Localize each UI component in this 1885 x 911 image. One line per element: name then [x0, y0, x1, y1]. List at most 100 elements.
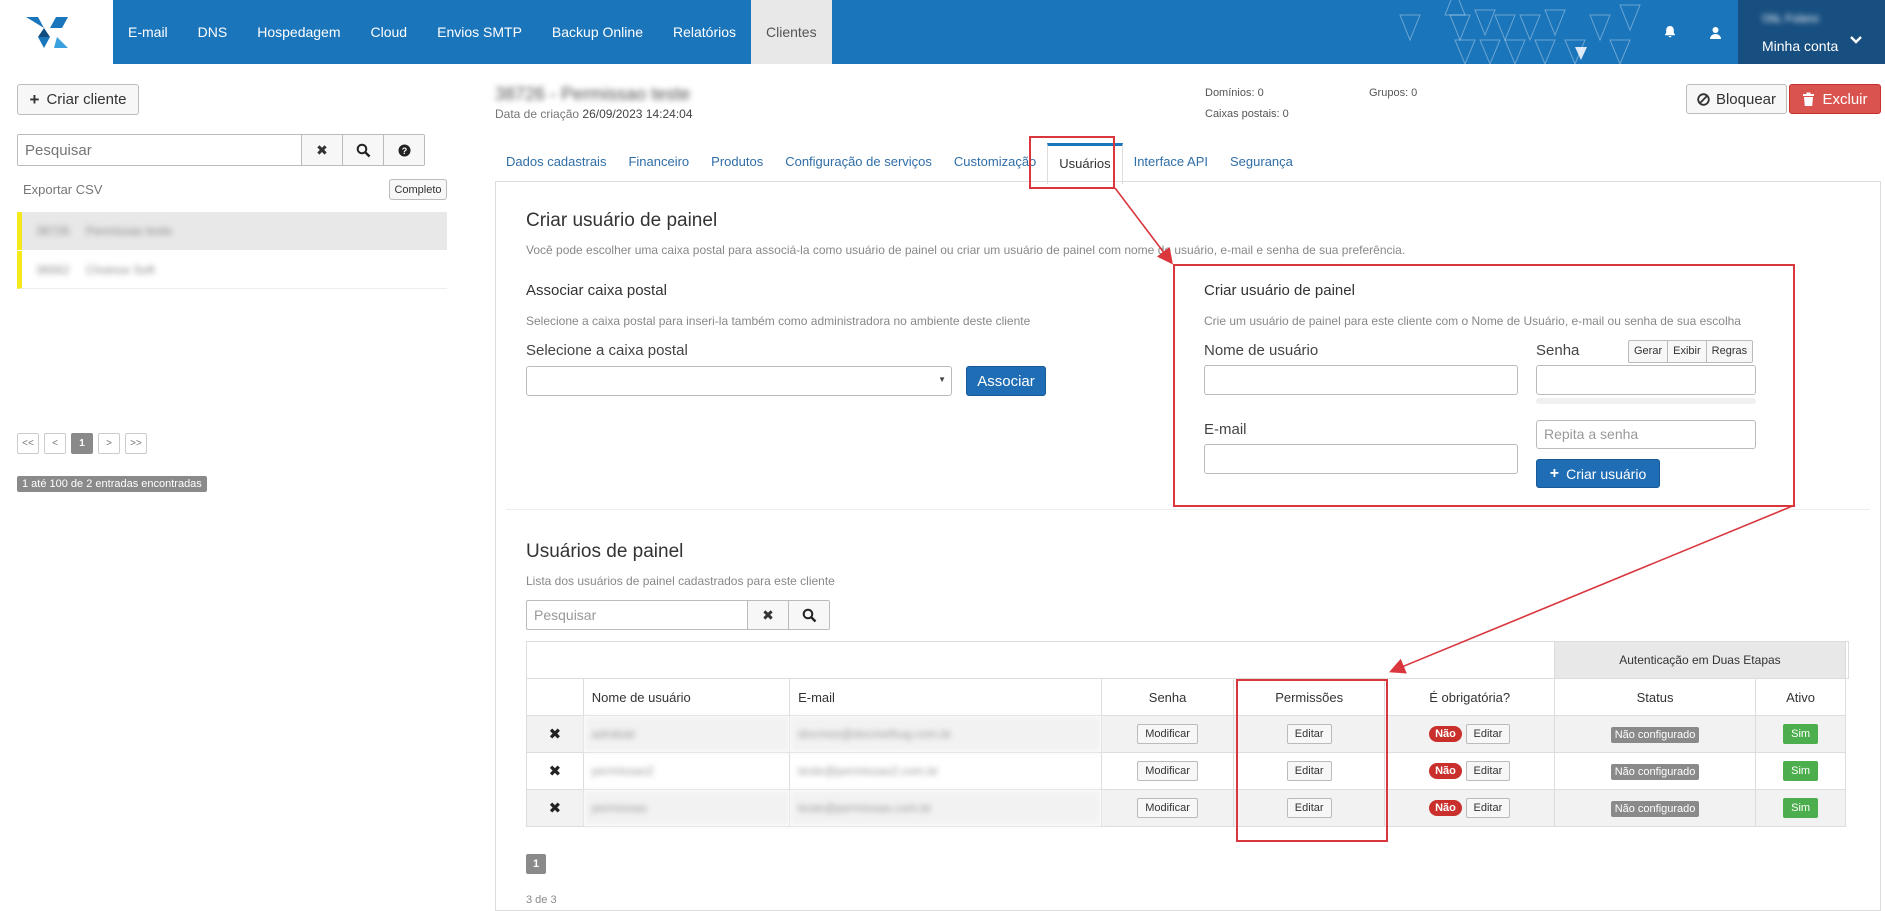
create-client-label: Criar cliente	[46, 91, 127, 108]
two-factor-group-header: Autenticação em Duas Etapas	[1553, 641, 1847, 679]
section-divider	[506, 509, 1870, 510]
client-list-item[interactable]: 38726 Permissao teste	[17, 212, 447, 250]
search-button[interactable]	[342, 135, 383, 165]
create-panel-user-description: Você pode escolher uma caixa postal para…	[526, 243, 1406, 257]
nav-email[interactable]: E-mail	[113, 0, 183, 64]
row-username: adrabair	[582, 715, 791, 753]
creation-date-value: 26/09/2023 14:24:04	[582, 107, 693, 121]
nav-envios-smtp[interactable]: Envios SMTP	[422, 0, 537, 64]
plus-icon: +	[29, 89, 40, 109]
col-ativo: Ativo	[1755, 678, 1846, 716]
search-icon	[356, 143, 370, 157]
annotation-box-permissions	[1236, 679, 1388, 842]
nav-relatorios[interactable]: Relatórios	[658, 0, 751, 64]
logo[interactable]	[0, 0, 113, 64]
group-header-empty	[526, 641, 1555, 679]
tab-financeiro[interactable]: Financeiro	[617, 143, 700, 181]
help-button[interactable]: ?	[383, 135, 424, 165]
account-name: Olá, Fulano	[1762, 13, 1819, 25]
row-username: permissao	[582, 789, 791, 827]
page-last[interactable]: >>	[125, 433, 147, 454]
completo-button[interactable]: Completo	[389, 179, 447, 200]
page-prev[interactable]: <	[44, 433, 66, 454]
tab-produtos[interactable]: Produtos	[700, 143, 774, 181]
nav-cloud[interactable]: Cloud	[356, 0, 423, 64]
page-current[interactable]: 1	[71, 433, 93, 454]
create-panel-user-title: Criar usuário de painel	[526, 210, 718, 231]
clear-users-search-button[interactable]: ✖	[747, 601, 788, 629]
delete-label: Excluir	[1822, 90, 1868, 108]
tab-interface-api[interactable]: Interface API	[1123, 143, 1219, 181]
modify-password-button[interactable]: Modificar	[1137, 761, 1198, 781]
client-name: Choinox Soft	[86, 263, 155, 277]
client-list-item[interactable]: 36562 Choinox Soft	[17, 251, 447, 289]
users-search-input[interactable]: Pesquisar	[527, 601, 747, 629]
create-client-button[interactable]: + Criar cliente	[17, 84, 139, 115]
mailbox-select[interactable]: ▼	[526, 366, 952, 396]
close-icon: ✖	[762, 606, 774, 623]
client-search-input[interactable]	[18, 135, 301, 165]
bell-icon[interactable]	[1648, 0, 1692, 64]
tab-seguranca[interactable]: Segurança	[1219, 143, 1304, 181]
clear-search-button[interactable]: ✖	[301, 135, 342, 165]
active-toggle[interactable]: Sim	[1783, 761, 1819, 781]
account-menu[interactable]: Olá, Fulano Minha conta	[1738, 0, 1885, 64]
delete-user-icon[interactable]: ✖	[526, 752, 584, 790]
top-navbar: E-mail DNS Hospedagem Cloud Envios SMTP …	[0, 0, 1885, 64]
client-id: 38726	[36, 224, 70, 238]
page-first[interactable]: <<	[17, 433, 39, 454]
domains-count: Domínios: 0	[1205, 87, 1264, 99]
export-csv-link[interactable]: Exportar CSV	[23, 182, 102, 197]
users-search: Pesquisar ✖	[526, 600, 830, 630]
delete-user-icon[interactable]: ✖	[526, 715, 584, 753]
account-label: Minha conta	[1762, 38, 1839, 54]
row-email: teste@permissao2.com.br	[789, 752, 1103, 790]
client-pagination: << < 1 > >>	[17, 433, 147, 454]
mandatory-badge: Não	[1429, 726, 1462, 742]
col-status: Status	[1553, 678, 1757, 716]
mandatory-badge: Não	[1429, 763, 1462, 779]
active-toggle[interactable]: Sim	[1783, 798, 1819, 818]
entries-count: 1 até 100 de 2 entradas encontradas	[17, 476, 207, 492]
creation-date: Data de criação 26/09/2023 14:24:04	[495, 107, 693, 121]
trash-icon	[1803, 92, 1815, 106]
users-search-button[interactable]	[788, 601, 829, 629]
modify-password-button[interactable]: Modificar	[1137, 798, 1198, 818]
users-count-footer: 3 de 3	[526, 894, 557, 906]
user-icon[interactable]	[1693, 0, 1737, 64]
tab-dados-cadastrais[interactable]: Dados cadastrais	[495, 143, 617, 181]
nav-clientes[interactable]: Clientes	[751, 0, 832, 64]
table-row: ✖ permissao2 teste@permissao2.com.br Mod…	[526, 752, 1849, 790]
mailboxes-count: Caixas postais: 0	[1205, 108, 1289, 120]
caret-down-icon: ▼	[938, 375, 946, 384]
active-toggle[interactable]: Sim	[1783, 724, 1819, 744]
modify-password-button[interactable]: Modificar	[1137, 724, 1198, 744]
delete-user-icon[interactable]: ✖	[526, 789, 584, 827]
annotation-box-create-user	[1173, 264, 1795, 507]
page-next[interactable]: >	[98, 433, 120, 454]
two-factor-status-badge: Não configurado	[1610, 726, 1700, 743]
tab-configuracao-servicos[interactable]: Configuração de serviços	[774, 143, 943, 181]
nav-hospedagem[interactable]: Hospedagem	[242, 0, 355, 64]
col-username: Nome de usuário	[582, 678, 791, 716]
client-tabs: Dados cadastrais Financeiro Produtos Con…	[495, 143, 1304, 184]
block-label: Bloquear	[1715, 90, 1777, 108]
nav-backup-online[interactable]: Backup Online	[537, 0, 658, 64]
users-page-current[interactable]: 1	[526, 854, 546, 874]
logo-icon	[26, 17, 68, 48]
associate-button[interactable]: Associar	[966, 366, 1046, 396]
creation-date-label: Data de criação	[495, 107, 580, 121]
svg-text:?: ?	[401, 146, 407, 156]
delete-button[interactable]: Excluir	[1789, 84, 1881, 114]
two-factor-status-badge: Não configurado	[1610, 763, 1700, 780]
two-factor-status-badge: Não configurado	[1610, 800, 1700, 817]
block-button[interactable]: Bloquear	[1686, 84, 1787, 114]
col-actions	[526, 678, 584, 716]
edit-mandatory-button[interactable]: Editar	[1465, 761, 1511, 781]
edit-mandatory-button[interactable]: Editar	[1465, 724, 1511, 744]
nav-dns[interactable]: DNS	[183, 0, 243, 64]
table-header: Nome de usuário E-mail Senha Permissões …	[526, 678, 1849, 716]
col-obrigatoria: É obrigatória?	[1384, 678, 1555, 716]
edit-mandatory-button[interactable]: Editar	[1465, 798, 1511, 818]
client-name: Permissao teste	[86, 224, 173, 238]
